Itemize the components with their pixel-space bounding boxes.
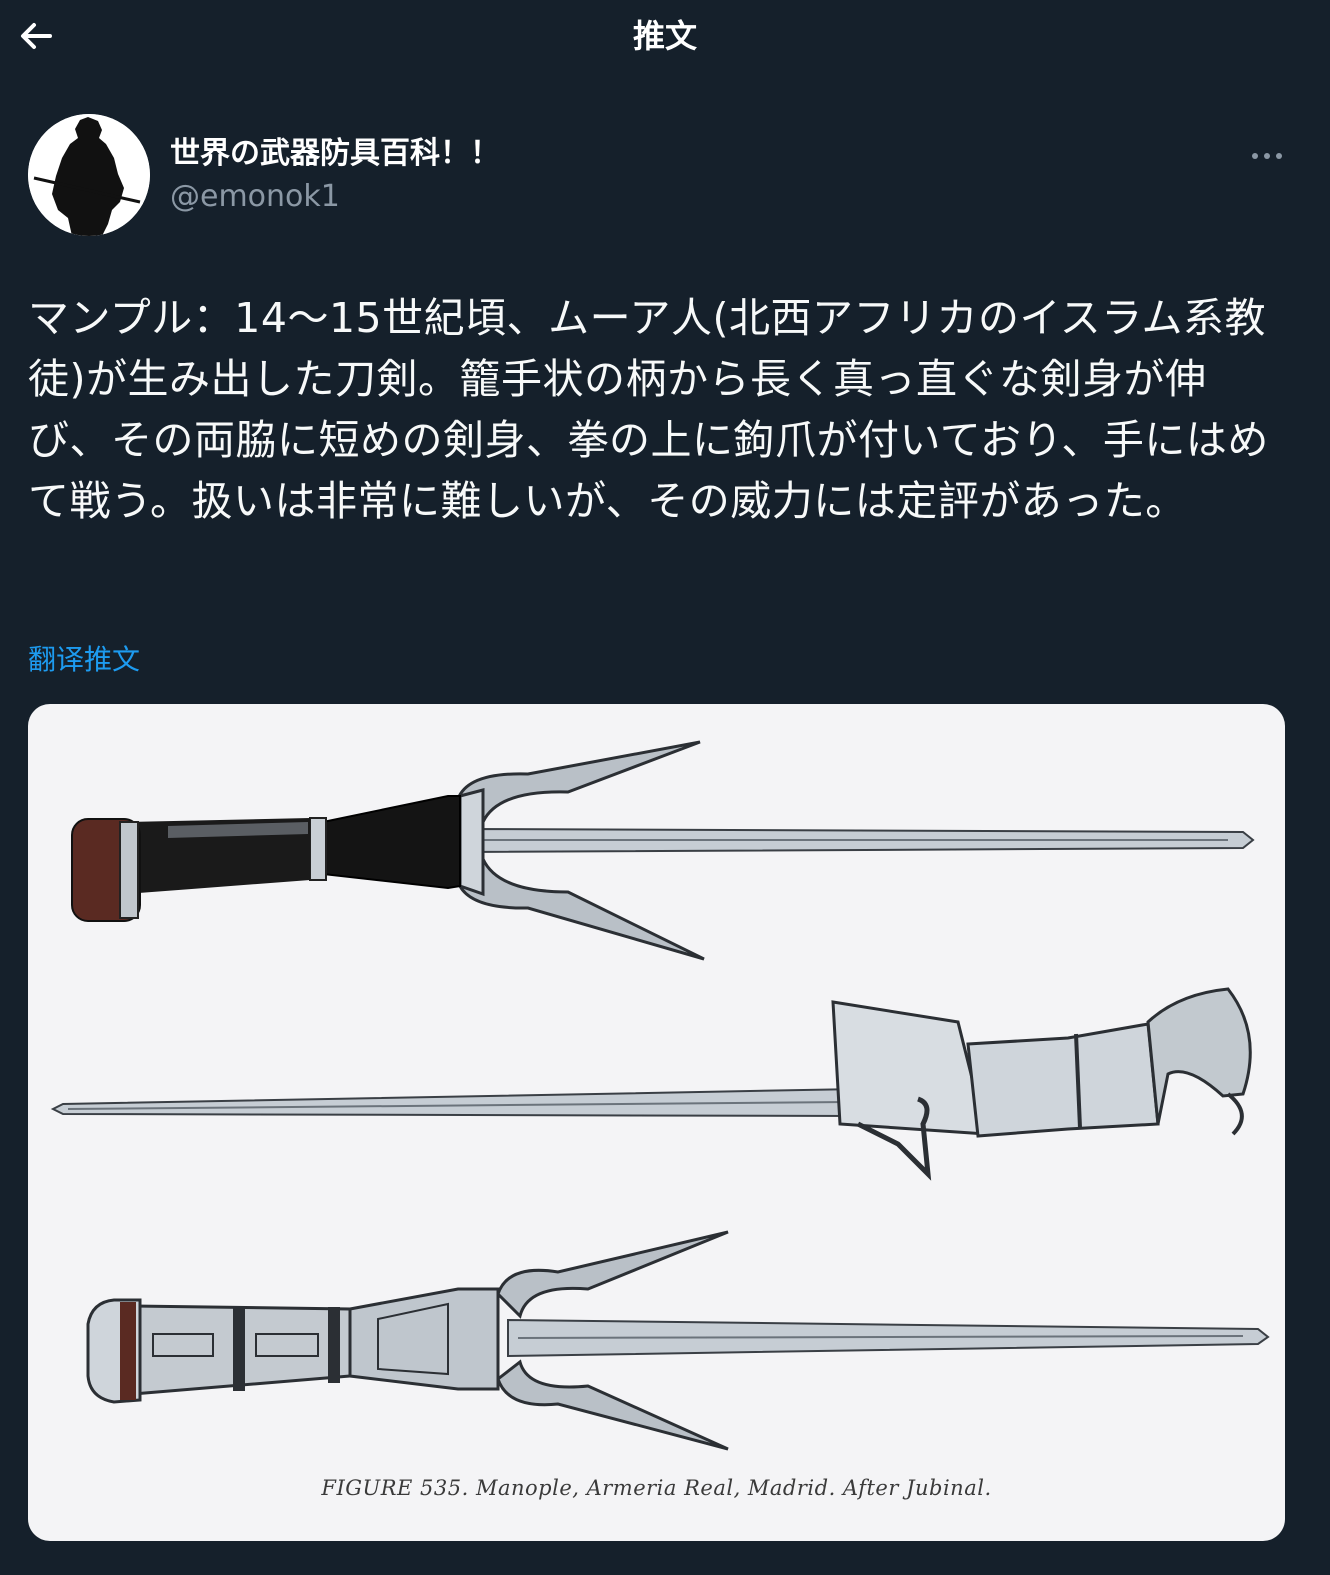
weapon-middle [50,987,1252,1181]
weapon-top [71,740,1255,961]
author-handle[interactable]: @emonok1 [170,177,340,217]
weapon-bottom [86,1230,1270,1451]
avatar[interactable] [28,114,150,236]
manople-weapons-illustration [50,740,1270,1451]
tweet-text: マンプル：14〜15世紀頃、ムーア人(北西アフリカのイスラム系教徒)が生み出した… [28,294,1269,525]
author-display-name[interactable]: 世界の武器防具百科！！ [170,134,500,174]
translate-tweet-link[interactable]: 翻译推文 [28,640,140,680]
more-options-button[interactable] [1242,136,1292,176]
page-title: 推文 [632,17,697,55]
samurai-silhouette-icon [28,114,150,236]
top-bar: 推文 [0,0,1330,72]
tweet-media-image[interactable]: FIGURE 535. Manople, Armeria Real, Madri… [28,704,1285,1541]
more-horizontal-icon [1252,153,1282,159]
image-caption: FIGURE 535. Manople, Armeria Real, Madri… [321,1476,992,1500]
